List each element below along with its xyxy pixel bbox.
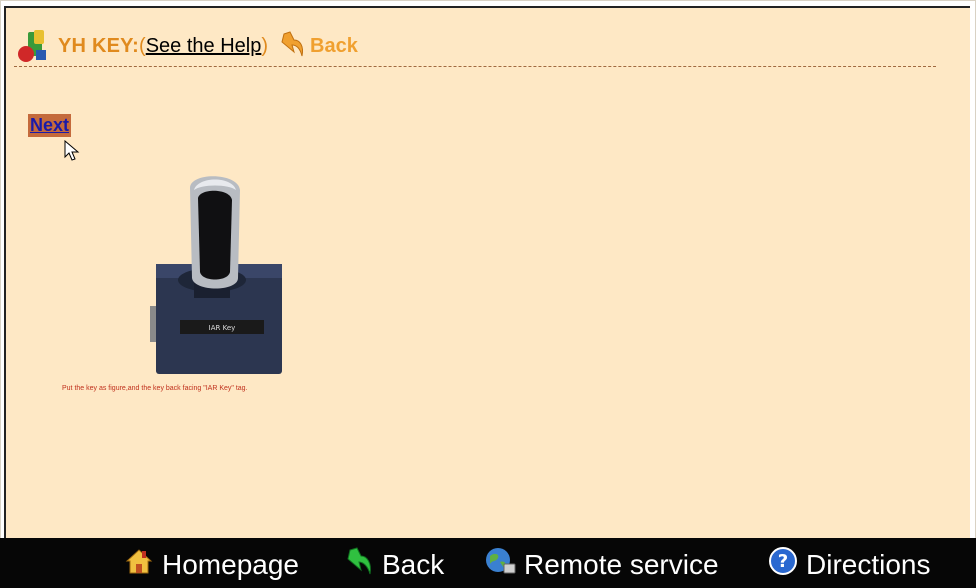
nav-remote-service-label: Remote service (524, 548, 719, 580)
header-back-label: Back (310, 34, 358, 57)
bottom-nav-bar: Homepage Back Remote service ? Direction… (0, 538, 976, 588)
header-divider (14, 66, 936, 67)
nav-homepage-label: Homepage (162, 548, 299, 580)
device-tag-text: IAR Key (209, 324, 236, 332)
key-programmer-image: IAR Key (144, 168, 290, 387)
remote-service-icon (484, 546, 516, 583)
app-title: YH KEY: (58, 34, 140, 57)
next-button[interactable]: Next (28, 114, 72, 137)
home-icon (124, 546, 154, 583)
nav-homepage[interactable]: Homepage (124, 546, 299, 583)
nav-back-label: Back (382, 548, 445, 580)
help-circle-icon: ? (768, 546, 798, 583)
yh-key-logo-icon (16, 28, 52, 64)
instruction-caption: Put the key as figure,and the key back f… (62, 385, 248, 392)
see-help-link[interactable]: See the Help (146, 35, 262, 58)
mouse-cursor-icon (64, 139, 80, 167)
header-back-button[interactable]: Back (280, 30, 358, 63)
back-arrow-green-icon (346, 546, 374, 583)
nav-directions[interactable]: ? Directions (768, 546, 930, 583)
svg-text:?: ? (778, 551, 788, 572)
nav-back[interactable]: Back (346, 546, 444, 583)
content-panel: YH KEY: ( See the Help ) Back Next IAR K… (4, 6, 970, 538)
paren-close: ) (261, 34, 269, 57)
paren-open: ( (139, 34, 146, 57)
nav-remote-service[interactable]: Remote service (484, 546, 719, 583)
nav-directions-label: Directions (806, 548, 931, 580)
header: YH KEY: ( See the Help ) Back (16, 28, 358, 64)
back-arrow-icon (280, 30, 306, 63)
